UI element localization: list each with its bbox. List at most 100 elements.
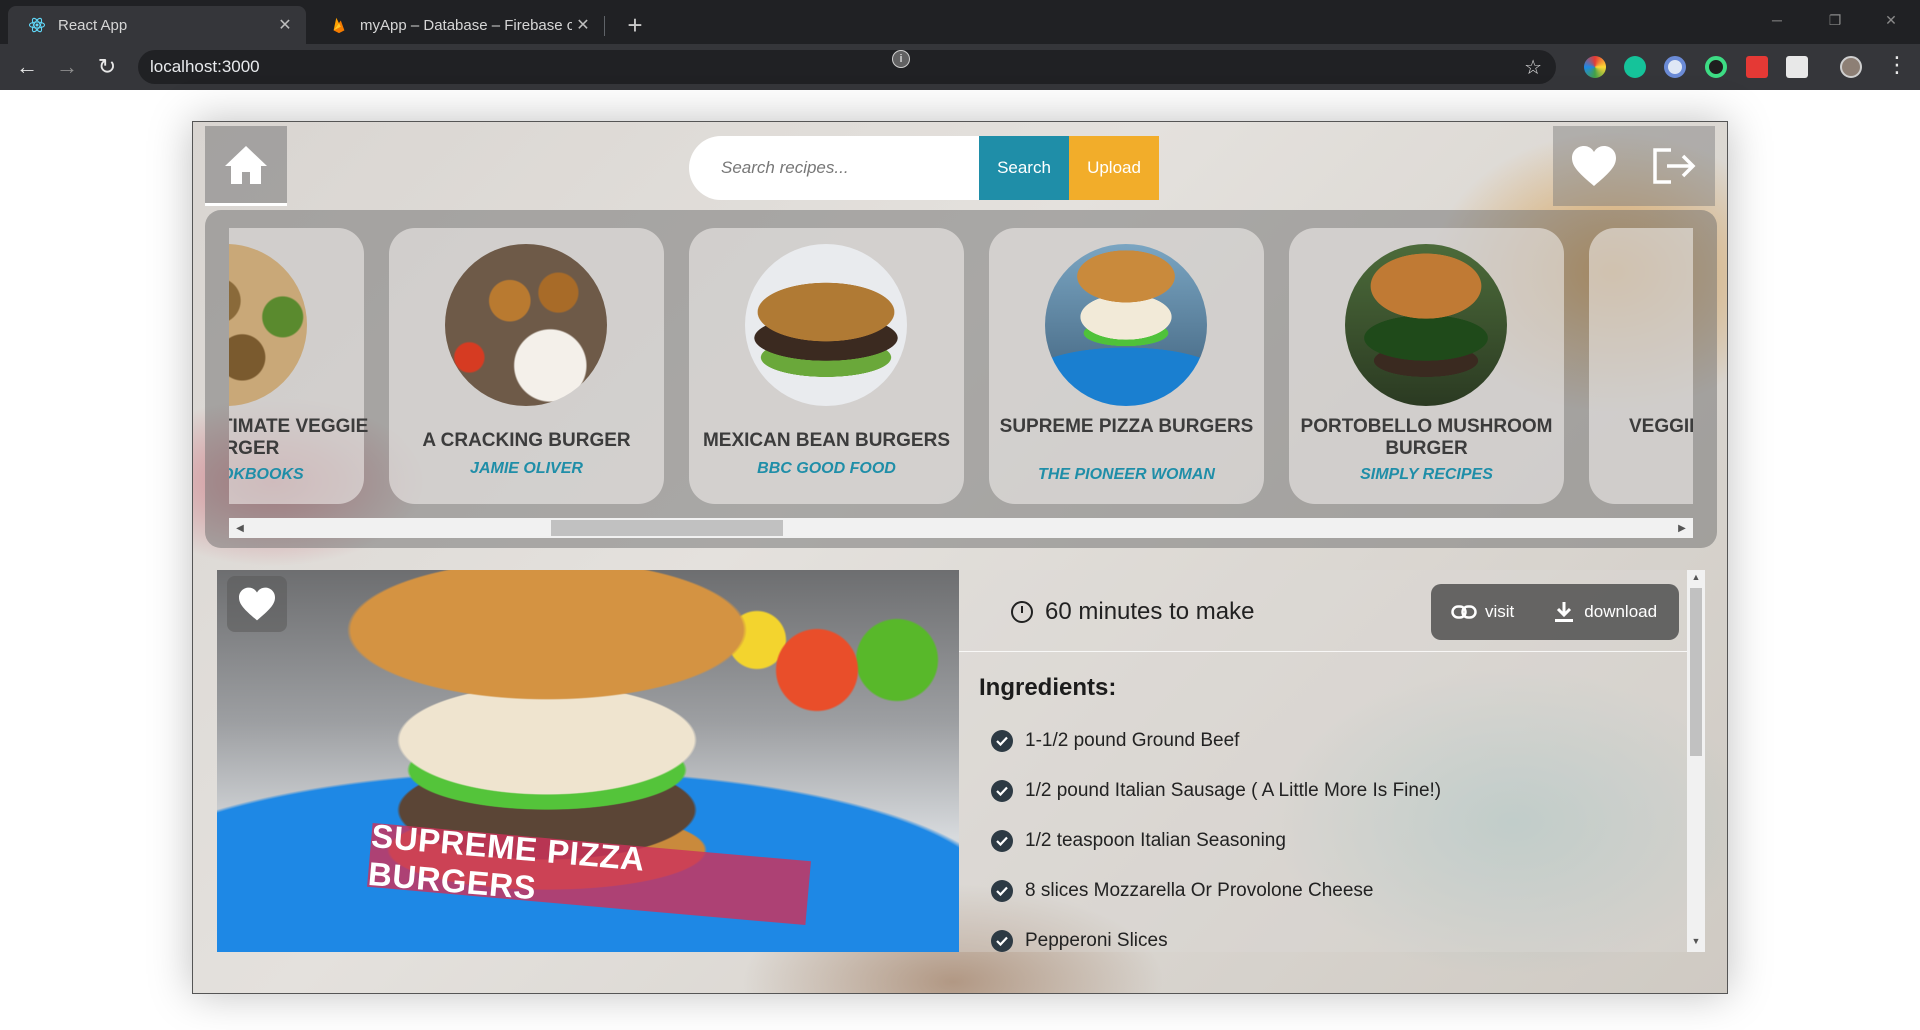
bookmark-star-icon[interactable]: ☆ xyxy=(1524,55,1542,80)
site-info-icon[interactable]: i xyxy=(892,50,910,68)
horizontal-scrollbar[interactable]: ◀ ▶ xyxy=(229,518,1693,538)
link-icon xyxy=(1451,605,1477,619)
recipe-hero-image: SUPREME PIZZA BURGERS xyxy=(217,570,959,952)
recipe-card[interactable]: ULTIMATE VEGGIE BURGER COOKBOOKS xyxy=(229,228,368,504)
recipe-name: VEGGIE BURGER xyxy=(1629,416,1693,437)
recipe-card[interactable]: PORTOBELLO MUSHROOM BURGER SIMPLY RECIPE… xyxy=(1289,228,1564,504)
scrollbar-thumb[interactable] xyxy=(551,520,783,536)
ingredients-list: 1-1/2 pound Ground Beef 1/2 pound Italia… xyxy=(991,716,1441,952)
calendar-extension-icon[interactable] xyxy=(1746,56,1768,78)
close-window-icon[interactable]: ✕ xyxy=(1862,0,1920,40)
page-content: Search Upload ULTIMATE VEGGIE BURGER COO… xyxy=(0,90,1920,1030)
scrollbar-thumb[interactable] xyxy=(1690,588,1702,756)
check-circle-icon xyxy=(991,780,1013,802)
ingredient-text: 1/2 teaspoon Italian Seasoning xyxy=(1025,830,1286,851)
ingredient-item: 1-1/2 pound Ground Beef xyxy=(991,716,1441,766)
browser-tab-strip: React App ✕ myApp – Database – Firebase … xyxy=(0,0,1920,44)
download-label: download xyxy=(1584,602,1658,621)
color-extension-icon[interactable] xyxy=(1584,56,1606,78)
favorite-button[interactable] xyxy=(227,576,287,632)
target-extension-icon[interactable] xyxy=(1705,56,1727,78)
download-icon xyxy=(1555,602,1574,622)
recipe-name: MEXICAN BEAN BURGERS xyxy=(702,430,951,451)
upload-button[interactable]: Upload xyxy=(1069,136,1159,200)
recipe-photo xyxy=(1045,244,1207,406)
browser-toolbar: ← → ↻ i localhost:3000 ☆ ⋮ xyxy=(0,44,1920,90)
recipe-app: Search Upload ULTIMATE VEGGIE BURGER COO… xyxy=(192,121,1728,994)
ingredient-item: Pepperoni Slices xyxy=(991,916,1441,952)
recipe-card[interactable]: SUPREME PIZZA BURGERS THE PIONEER WOMAN xyxy=(989,228,1264,504)
timer-icon xyxy=(1011,601,1033,623)
carousel-track[interactable]: ULTIMATE VEGGIE BURGER COOKBOOKS A CRACK… xyxy=(229,228,1693,504)
cook-time: 60 minutes to make xyxy=(1011,598,1254,626)
ingredients-heading: Ingredients: xyxy=(979,674,1117,701)
minimize-icon[interactable]: ─ xyxy=(1748,0,1806,40)
avatar[interactable] xyxy=(1840,56,1862,78)
check-circle-icon xyxy=(991,830,1013,852)
recipe-source: THE PIONEER WOMAN xyxy=(1038,466,1215,483)
url-text[interactable]: localhost:3000 xyxy=(150,57,260,77)
recipe-carousel: ULTIMATE VEGGIE BURGER COOKBOOKS A CRACK… xyxy=(205,210,1717,548)
home-button[interactable] xyxy=(205,126,287,206)
recipe-card[interactable]: VEGGIE BURGER xyxy=(1589,228,1693,504)
search-input[interactable] xyxy=(689,136,979,200)
recipe-source: COOKBOOKS xyxy=(229,466,304,483)
new-tab-button[interactable]: + xyxy=(618,8,652,42)
tab-title: React App xyxy=(58,16,128,34)
recipe-source: SIMPLY RECIPES xyxy=(1360,466,1493,483)
logout-icon[interactable] xyxy=(1651,146,1699,186)
check-circle-icon xyxy=(991,930,1013,952)
search-bar: Search Upload xyxy=(689,136,1159,200)
vertical-scrollbar[interactable]: ▲ ▼ xyxy=(1687,570,1705,952)
mail-extension-icon[interactable] xyxy=(1786,56,1808,78)
forward-icon[interactable]: → xyxy=(50,50,84,84)
ingredient-text: 8 slices Mozzarella Or Provolone Cheese xyxy=(1025,880,1374,901)
recipe-name: A CRACKING BURGER xyxy=(422,430,631,451)
browser-menu-icon[interactable]: ⋮ xyxy=(1886,54,1908,76)
react-logo-icon xyxy=(28,16,46,34)
scroll-right-icon[interactable]: ▶ xyxy=(1675,521,1689,535)
tab-firebase[interactable]: myApp – Database – Firebase co ✕ xyxy=(310,6,604,44)
firebase-logo-icon xyxy=(330,16,348,34)
scroll-left-icon[interactable]: ◀ xyxy=(233,521,247,535)
recipe-name: PORTOBELLO MUSHROOM BURGER xyxy=(1300,416,1553,459)
back-icon[interactable]: ← xyxy=(10,50,44,84)
address-bar[interactable]: i localhost:3000 ☆ xyxy=(138,50,1556,84)
scroll-up-icon[interactable]: ▲ xyxy=(1690,572,1702,586)
tab-react-app[interactable]: React App ✕ xyxy=(8,6,306,44)
hero-title: SUPREME PIZZA BURGERS xyxy=(367,817,811,926)
recipe-name: SUPREME PIZZA BURGERS xyxy=(999,416,1254,437)
close-tab-icon[interactable]: ✕ xyxy=(274,14,296,36)
recipe-photo xyxy=(745,244,907,406)
recipe-source: BBC GOOD FOOD xyxy=(757,460,896,477)
ingredient-item: 1/2 teaspoon Italian Seasoning xyxy=(991,816,1441,866)
user-actions xyxy=(1553,126,1715,206)
recipe-photo xyxy=(445,244,607,406)
home-icon xyxy=(225,145,267,184)
recipe-name: ULTIMATE VEGGIE BURGER xyxy=(229,416,369,459)
recipe-source: JAMIE OLIVER xyxy=(470,460,583,477)
recipe-card[interactable]: A CRACKING BURGER JAMIE OLIVER xyxy=(389,228,664,504)
recipe-photo xyxy=(1345,244,1507,406)
favorites-heart-icon[interactable] xyxy=(1570,144,1618,188)
visit-button[interactable]: visit xyxy=(1451,602,1514,622)
search-button[interactable]: Search xyxy=(979,136,1069,200)
recipe-actions: visit download xyxy=(1431,584,1679,640)
tab-divider xyxy=(604,16,605,36)
extension-circle-icon[interactable] xyxy=(1664,56,1686,78)
download-button[interactable]: download xyxy=(1554,601,1657,623)
cook-time-text: 60 minutes to make xyxy=(1045,598,1255,625)
scroll-down-icon[interactable]: ▼ xyxy=(1690,936,1702,950)
tab-title: myApp – Database – Firebase co xyxy=(360,16,572,34)
ingredient-text: 1-1/2 pound Ground Beef xyxy=(1025,730,1240,751)
restore-icon[interactable]: ❐ xyxy=(1806,0,1864,40)
grammarly-icon[interactable] xyxy=(1624,56,1646,78)
ingredient-text: 1/2 pound Italian Sausage ( A Little Mor… xyxy=(1025,780,1442,801)
recipe-card[interactable]: MEXICAN BEAN BURGERS BBC GOOD FOOD xyxy=(689,228,964,504)
ingredient-item: 1/2 pound Italian Sausage ( A Little Mor… xyxy=(991,766,1441,816)
info-header: 60 minutes to make visit download xyxy=(959,570,1687,652)
reload-icon[interactable]: ↻ xyxy=(90,50,124,84)
visit-label: visit xyxy=(1485,602,1515,621)
recipe-detail: SUPREME PIZZA BURGERS 60 minutes to make… xyxy=(217,570,1705,952)
close-tab-icon[interactable]: ✕ xyxy=(572,14,594,36)
